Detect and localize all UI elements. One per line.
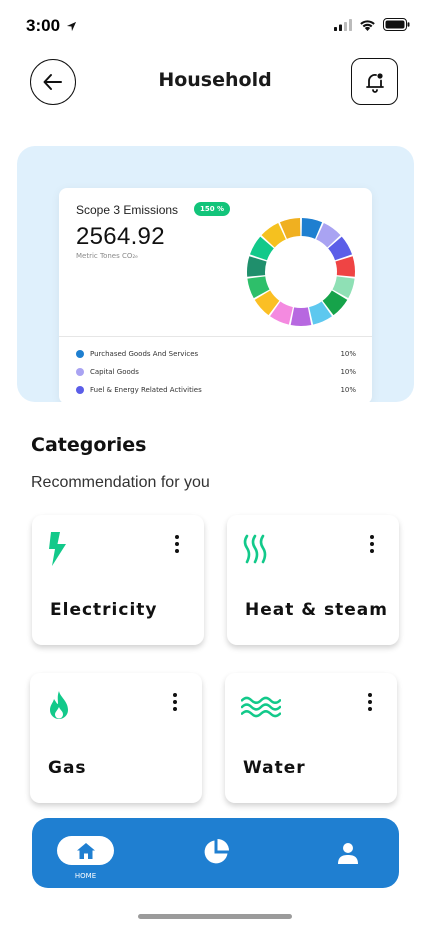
notifications-button[interactable] — [351, 58, 398, 105]
status-time: 3:00 — [26, 16, 77, 36]
home-icon — [76, 842, 95, 859]
emissions-unit: Metric Tones CO₂ₑ — [76, 252, 139, 260]
more-options-button[interactable] — [367, 693, 373, 711]
more-options-button[interactable] — [369, 535, 375, 553]
heat-waves-icon — [243, 529, 283, 569]
nav-home-label: HOME — [74, 872, 97, 880]
pie-chart-icon — [204, 839, 229, 864]
location-arrow-icon — [66, 21, 76, 32]
donut-segment — [290, 307, 312, 326]
header: Household — [0, 56, 430, 108]
legend-dot — [76, 350, 84, 358]
donut-segment — [247, 256, 267, 277]
wifi-icon — [360, 19, 375, 31]
donut-segment — [335, 256, 355, 277]
status-badge: 150 % — [194, 202, 231, 216]
legend-label: Fuel & Energy Related Activities — [90, 386, 202, 394]
category-card-heat-steam[interactable]: Heat & steam — [227, 515, 399, 645]
category-card-gas[interactable]: Gas — [30, 673, 202, 803]
emissions-card[interactable]: Scope 3 Emissions 150 % 2564.92 Metric T… — [59, 188, 372, 402]
category-label: Gas — [48, 758, 87, 778]
nav-stats-button[interactable] — [202, 838, 230, 866]
nav-profile-button[interactable] — [334, 839, 362, 867]
legend-item: Capital Goods 10% — [76, 366, 356, 378]
cellular-signal-icon — [334, 18, 352, 31]
emissions-title: Scope 3 Emissions — [76, 203, 179, 217]
nav-home-button[interactable] — [57, 836, 114, 865]
lightning-icon — [48, 529, 88, 569]
category-card-water[interactable]: Water — [225, 673, 397, 803]
water-waves-icon — [241, 687, 281, 727]
legend-dot — [76, 368, 84, 376]
legend-item: Fuel & Energy Related Activities 10% — [76, 384, 356, 396]
category-label: Heat & steam — [245, 600, 388, 620]
legend-label: Purchased Goods And Services — [90, 350, 199, 358]
categories-subtitle: Recommendation for you — [31, 474, 210, 491]
emissions-value: 2564.92 — [76, 223, 165, 250]
home-indicator — [138, 914, 292, 919]
profile-icon — [338, 843, 358, 864]
status-bar: 3:00 — [0, 0, 430, 52]
legend-label: Capital Goods — [90, 368, 139, 376]
battery-icon — [383, 18, 410, 31]
legend-dot — [76, 386, 84, 394]
legend-percent: 10% — [340, 368, 356, 376]
more-options-button[interactable] — [172, 693, 178, 711]
emissions-banner[interactable]: Scope 3 Emissions 150 % 2564.92 Metric T… — [17, 146, 414, 402]
flame-icon — [46, 687, 86, 727]
emissions-donut-chart — [247, 218, 355, 326]
legend-item: Purchased Goods And Services 10% — [76, 348, 356, 360]
category-label: Water — [243, 758, 306, 778]
divider — [59, 336, 372, 337]
category-card-electricity[interactable]: Electricity — [32, 515, 204, 645]
categories-title: Categories — [31, 434, 147, 456]
bottom-nav: HOME — [32, 818, 399, 888]
legend-percent: 10% — [340, 350, 356, 358]
legend-percent: 10% — [340, 386, 356, 394]
more-options-button[interactable] — [174, 535, 180, 553]
category-label: Electricity — [50, 600, 158, 620]
bell-icon — [365, 72, 384, 93]
